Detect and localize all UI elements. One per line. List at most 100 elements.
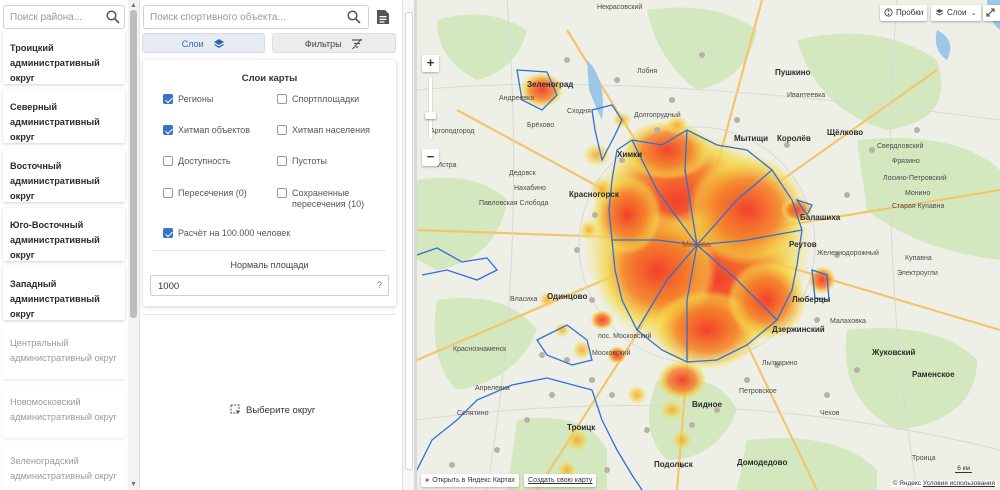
help-icon[interactable]: ?: [377, 280, 382, 290]
place-label: Королёв: [777, 134, 811, 143]
district-item[interactable]: Восточный административный округ: [3, 149, 125, 202]
district-scrollbar[interactable]: ▲ ▼: [128, 0, 139, 490]
place-label: Петровское: [739, 388, 777, 395]
place-label: Краснознаменск: [453, 346, 507, 353]
district-scroll-thumb[interactable]: [130, 10, 137, 318]
open-in-yandex-label: Открыть в Яндекс Картах: [432, 477, 516, 484]
place-label: Павловская Слобода: [479, 200, 549, 207]
checkbox-label: Пересечения (0): [178, 188, 247, 198]
fullscreen-button[interactable]: [983, 5, 1000, 21]
scroll-up-icon[interactable]: ▲: [130, 2, 137, 9]
controls-panel: Слои Фильтры Слои карты Регионы Спортпло…: [140, 0, 402, 490]
checkbox-box[interactable]: [163, 94, 173, 104]
district-item[interactable]: Новомосковский административный округ: [3, 385, 125, 438]
place-label: Истра: [437, 162, 457, 169]
open-in-yandex-button[interactable]: ● Открыть в Яндекс Картах: [421, 474, 520, 487]
place-label: Чехов: [820, 410, 840, 417]
norm-input[interactable]: [151, 277, 361, 296]
tab-filters-label: Фильтры: [304, 39, 342, 49]
place-label: Лобня: [637, 68, 658, 75]
place-label: Фрязино: [892, 158, 920, 165]
district-item[interactable]: Троицкий административный округ: [3, 31, 125, 84]
checkbox-box[interactable]: [163, 228, 173, 238]
terms-link[interactable]: Условия использования: [923, 480, 995, 487]
place-label: Раменское: [912, 370, 955, 379]
tab-filters[interactable]: Фильтры: [272, 33, 396, 53]
zoom-slider-handle[interactable]: [425, 112, 436, 119]
scale-bar: 6 км: [955, 465, 972, 473]
checkbox-box[interactable]: [277, 188, 287, 198]
create-map-link[interactable]: Создать свою карту: [524, 474, 597, 487]
checkbox-label: Регионы: [178, 94, 214, 104]
tab-layers[interactable]: Слои: [142, 33, 265, 53]
tab-layers-label: Слои: [181, 39, 204, 49]
copyright-text: © Яндекс: [892, 480, 922, 487]
place-label: Московский: [592, 350, 631, 357]
norm-field: ?: [150, 275, 389, 296]
place-label: Домодедово: [737, 458, 788, 467]
place-label: Троицк: [567, 423, 596, 432]
checkbox-box[interactable]: [163, 125, 173, 135]
traffic-icon: [884, 8, 893, 17]
norm-title: Нормаль площади: [230, 260, 309, 270]
checkbox-label: Хитмап населения: [292, 125, 371, 135]
traffic-button[interactable]: Пробки: [880, 5, 928, 21]
place-label: Троица: [912, 455, 936, 462]
checkbox-label: Расчёт на 100.000 человек: [178, 228, 291, 238]
place-label: Одинцово: [547, 292, 588, 301]
place-label: Старая Купавна: [892, 203, 945, 210]
place-label: пос. Московский: [598, 333, 652, 340]
select-area-icon: [230, 404, 240, 414]
place-label: Люберцы: [792, 295, 831, 304]
district-search: [3, 5, 125, 29]
district-item[interactable]: Центральный административный округ: [3, 326, 125, 379]
expand-icon: [986, 8, 995, 17]
map-footer: ● Открыть в Яндекс Картах Создать свою ка…: [421, 474, 597, 487]
district-item[interactable]: Зеленоградский административный округ: [3, 444, 125, 486]
checkbox-box[interactable]: [163, 156, 173, 166]
search-icon[interactable]: [346, 9, 362, 25]
checkbox-box[interactable]: [277, 125, 287, 135]
checkbox-label: Сохраненные пересечения (10): [292, 188, 365, 209]
district-search-input[interactable]: [4, 6, 100, 28]
zoom-out-button[interactable]: −: [422, 149, 439, 166]
place-label: Лосино-Петровский: [883, 175, 947, 182]
place-label: Щёлково: [827, 128, 864, 137]
checkbox-box[interactable]: [277, 156, 287, 166]
map[interactable]: Некрасовский Зеленоград Андреевка Сходня…: [417, 0, 1000, 490]
zoom-track[interactable]: [429, 77, 432, 139]
checkbox-box[interactable]: [163, 188, 173, 198]
create-map-label: Создать свою карту: [528, 477, 593, 484]
object-search-input[interactable]: [144, 6, 334, 28]
place-label: Жуковский: [872, 348, 916, 357]
document-icon[interactable]: [376, 9, 390, 25]
filter-off-icon: [352, 38, 363, 50]
place-label: Долгопрудный: [634, 112, 681, 119]
scroll-down-icon[interactable]: ▼: [130, 481, 137, 488]
controls-scroll-thumb[interactable]: [405, 12, 413, 470]
place-label: Дзержинский: [772, 325, 825, 334]
select-district-label: Выберите округ: [246, 405, 316, 416]
place-label: Видное: [692, 400, 722, 409]
place-label: Зеленоград: [527, 80, 574, 89]
map-layers-button[interactable]: Слои ⌄: [931, 5, 981, 21]
place-label: Подольск: [654, 460, 693, 469]
place-label: Реутов: [789, 240, 817, 249]
object-search: [143, 5, 369, 29]
place-label: Пушкино: [775, 68, 811, 77]
checkbox-label: Спортплощадки: [292, 94, 360, 104]
district-item[interactable]: Юго-Восточный административный округ: [3, 208, 125, 261]
place-label: Брёхово: [527, 122, 555, 129]
place-label: Мытищи: [734, 134, 768, 143]
controls-scrollbar[interactable]: [402, 0, 414, 490]
search-icon[interactable]: [105, 9, 121, 25]
place-label: Электроугли: [897, 270, 938, 277]
districts-panel: Троицкий административный округ Северный…: [0, 0, 140, 490]
place-label: Свердловский: [877, 143, 924, 150]
zoom-in-button[interactable]: +: [422, 55, 439, 72]
checkbox-label: Пустоты: [292, 156, 327, 166]
district-item[interactable]: Северный административный округ: [3, 90, 125, 143]
place-label: Железнодорожный: [817, 250, 879, 257]
checkbox-box[interactable]: [277, 94, 287, 104]
district-item[interactable]: Западный административный округ: [3, 267, 125, 320]
